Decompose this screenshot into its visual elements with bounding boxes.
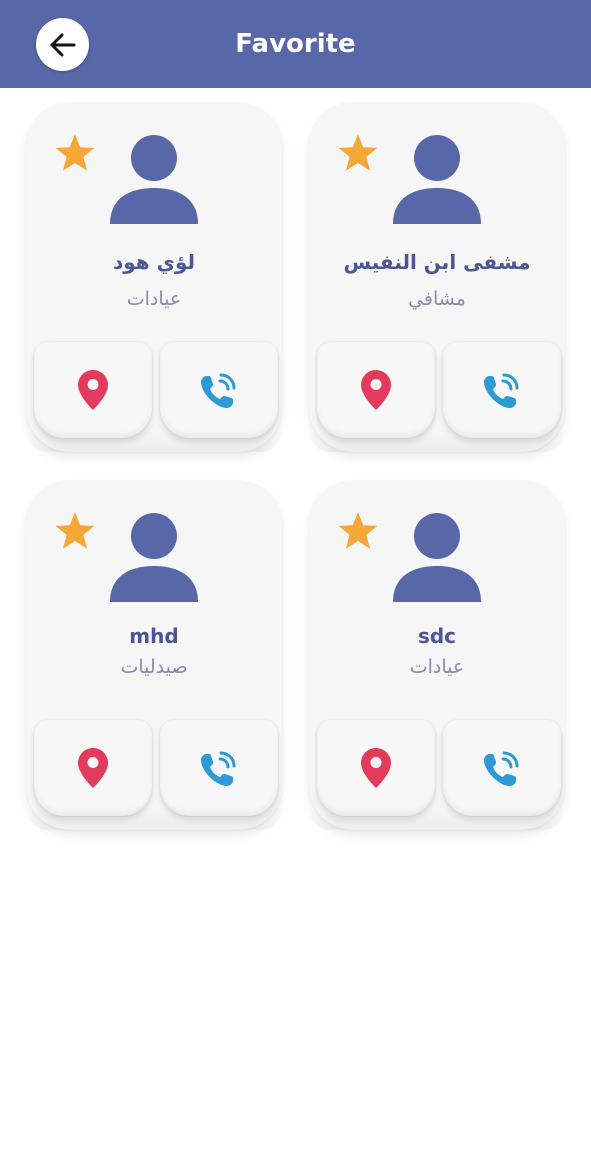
phone-call-icon xyxy=(201,373,236,408)
favorite-name: mhd xyxy=(129,624,179,648)
favorite-name: مشفى ابن النفيس xyxy=(343,250,531,274)
favorite-category: عيادات xyxy=(126,288,182,310)
location-pin-icon xyxy=(361,370,391,410)
page-title: Favorite xyxy=(235,29,356,59)
favorite-card[interactable]: مشفى ابن النفيس مشافي xyxy=(309,102,565,452)
location-pin-icon xyxy=(361,748,391,788)
location-button[interactable] xyxy=(317,342,435,438)
star-icon[interactable] xyxy=(54,510,96,552)
star-icon[interactable] xyxy=(337,510,379,552)
person-avatar-icon xyxy=(393,135,481,224)
location-pin-icon xyxy=(78,370,108,410)
person-avatar-icon xyxy=(110,135,198,224)
location-button[interactable] xyxy=(34,720,152,816)
favorite-card[interactable]: لؤي هود عيادات xyxy=(26,102,282,452)
favorite-name: لؤي هود xyxy=(112,250,195,274)
call-button[interactable] xyxy=(160,342,278,438)
favorite-name: sdc xyxy=(417,624,457,648)
call-button[interactable] xyxy=(443,720,561,816)
person-avatar-icon xyxy=(110,513,198,602)
favorite-category: عيادات xyxy=(409,656,465,678)
call-button[interactable] xyxy=(160,720,278,816)
favorite-card[interactable]: mhd صيدليات xyxy=(26,480,282,830)
arrow-left-icon xyxy=(50,33,75,56)
call-button[interactable] xyxy=(443,342,561,438)
star-icon[interactable] xyxy=(337,132,379,174)
favorite-card[interactable]: sdc عيادات xyxy=(309,480,565,830)
location-pin-icon xyxy=(78,748,108,788)
app-header: Favorite xyxy=(0,0,591,88)
star-icon[interactable] xyxy=(54,132,96,174)
phone-call-icon xyxy=(484,373,519,408)
phone-call-icon xyxy=(201,751,236,786)
person-avatar-icon xyxy=(393,513,481,602)
favorite-category: مشافي xyxy=(408,288,466,310)
location-button[interactable] xyxy=(34,342,152,438)
back-button[interactable] xyxy=(36,18,89,71)
favorite-category: صيدليات xyxy=(120,656,188,678)
phone-call-icon xyxy=(484,751,519,786)
location-button[interactable] xyxy=(317,720,435,816)
